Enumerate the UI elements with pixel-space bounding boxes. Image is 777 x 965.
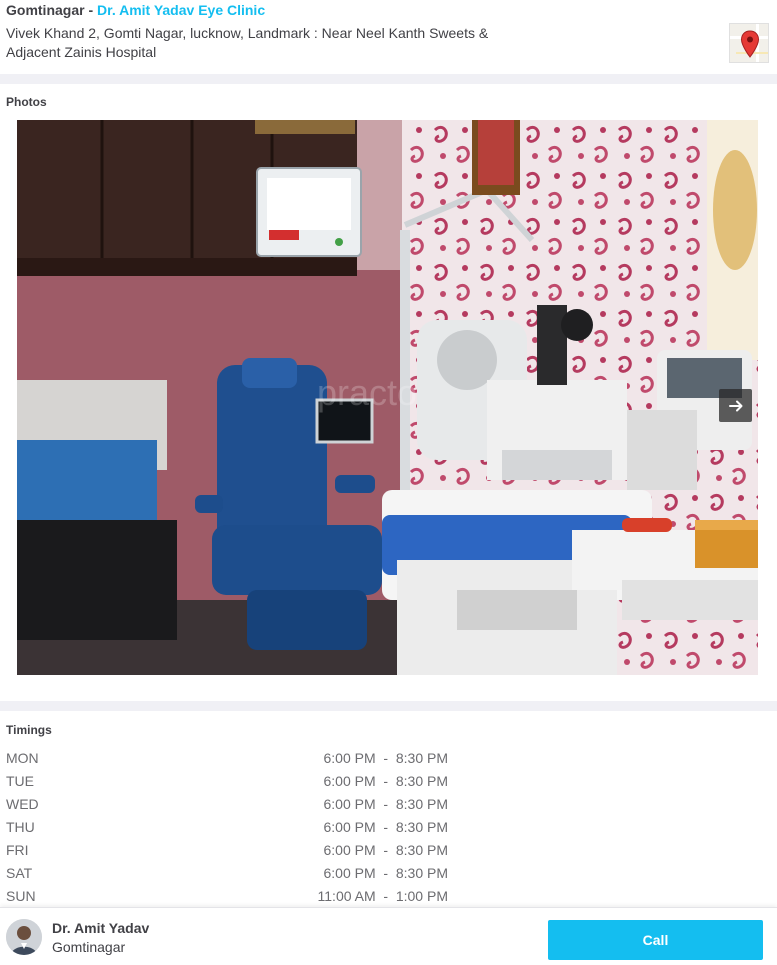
- timing-row: SAT 6:00 PM - 8:30 PM: [0, 863, 777, 886]
- photos-heading: Photos: [6, 95, 47, 109]
- doctor-avatar[interactable]: [6, 919, 42, 955]
- doctor-name[interactable]: Dr. Amit Yadav: [52, 920, 149, 936]
- timing-hours: 6:00 PM - 8:30 PM: [323, 773, 449, 789]
- doctor-location: Gomtinagar: [52, 939, 126, 955]
- timing-row: SUN 11:00 AM - 1:00 PM: [0, 886, 777, 909]
- doctor-footer-bar: Dr. Amit Yadav Gomtinagar Call: [0, 907, 777, 965]
- timing-day: SAT: [6, 865, 33, 881]
- timing-row: THU 6:00 PM - 8:30 PM: [0, 817, 777, 840]
- clinic-photo[interactable]: practo: [17, 120, 758, 675]
- timing-hours: 6:00 PM - 8:30 PM: [323, 819, 449, 835]
- timings-list: MON 6:00 PM - 8:30 PM TUE 6:00 PM - 8:30…: [0, 748, 777, 909]
- arrow-right-icon: [728, 400, 742, 411]
- timing-hours: 11:00 AM - 1:00 PM: [317, 888, 448, 904]
- timing-row: MON 6:00 PM - 8:30 PM: [0, 748, 777, 771]
- clinic-title: Gomtinagar - Dr. Amit Yadav Eye Clinic: [6, 2, 265, 18]
- svg-text:practo: practo: [317, 372, 417, 413]
- clinic-locality: Gomtinagar: [6, 2, 85, 18]
- map-thumbnail[interactable]: [729, 23, 769, 63]
- next-photo-button[interactable]: [719, 389, 752, 422]
- clinic-address: Vivek Khand 2, Gomti Nagar, lucknow, Lan…: [6, 25, 489, 60]
- timing-day: SUN: [6, 888, 36, 904]
- timing-day: WED: [6, 796, 39, 812]
- timing-hours: 6:00 PM - 8:30 PM: [323, 796, 449, 812]
- timing-day: THU: [6, 819, 35, 835]
- section-divider: [0, 74, 777, 84]
- clinic-name-link[interactable]: Dr. Amit Yadav Eye Clinic: [97, 2, 265, 18]
- timing-row: TUE 6:00 PM - 8:30 PM: [0, 771, 777, 794]
- section-divider: [0, 701, 777, 711]
- title-separator: -: [84, 2, 98, 18]
- clinic-header: Gomtinagar - Dr. Amit Yadav Eye Clinic V…: [0, 0, 777, 74]
- timing-day: MON: [6, 750, 39, 766]
- timing-day: FRI: [6, 842, 29, 858]
- call-button[interactable]: Call: [548, 920, 763, 960]
- timing-hours: 6:00 PM - 8:30 PM: [323, 842, 449, 858]
- timing-hours: 6:00 PM - 8:30 PM: [323, 865, 449, 881]
- timing-row: WED 6:00 PM - 8:30 PM: [0, 794, 777, 817]
- timings-heading: Timings: [6, 723, 52, 737]
- timing-hours: 6:00 PM - 8:30 PM: [323, 750, 449, 766]
- timing-day: TUE: [6, 773, 34, 789]
- timing-row: FRI 6:00 PM - 8:30 PM: [0, 840, 777, 863]
- map-pin-icon: [740, 30, 760, 58]
